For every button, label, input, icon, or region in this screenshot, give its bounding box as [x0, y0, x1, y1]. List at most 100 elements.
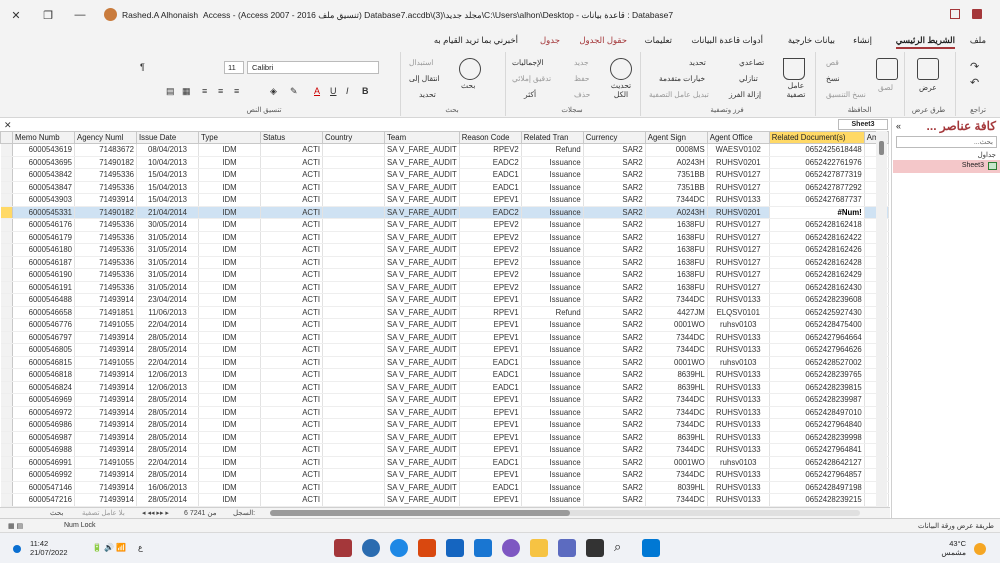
table-cell[interactable]: 0652427877292	[769, 181, 865, 194]
toggle-filter-button[interactable]: تبديل عامل التصفية	[649, 90, 709, 99]
table-cell[interactable]: SAR2	[583, 493, 646, 507]
table-cell[interactable]	[322, 243, 385, 257]
table-cell[interactable]: 7344DC	[645, 468, 708, 482]
table-cell[interactable]: 0652427687737	[769, 193, 865, 207]
table-cell[interactable]: SAR2	[583, 168, 646, 182]
table-cell[interactable]: Issuance	[521, 293, 584, 307]
table-cell[interactable]: RUHSV0133	[707, 343, 770, 357]
calendar-icon[interactable]	[474, 539, 492, 557]
table-cell[interactable]: A0243H	[645, 156, 708, 169]
table-cell[interactable]: 0001WO	[645, 456, 708, 469]
search-icon[interactable]: ⌕	[614, 539, 632, 557]
table-cell[interactable]: EPEV2	[459, 243, 522, 257]
table-cell[interactable]: EPEV2	[459, 231, 522, 244]
table-row[interactable]: 6000543847 71495336 15/04/2013 IDM ACTI SA V_…	[0, 181, 889, 194]
table-cell[interactable]: EADC1	[459, 356, 522, 369]
row-selector[interactable]	[0, 206, 13, 219]
table-cell[interactable]: SAR2	[583, 331, 646, 344]
table-cell[interactable]: SAR2	[583, 268, 646, 282]
table-cell[interactable]	[322, 293, 385, 307]
table-row[interactable]: 6000546805 71493914 28/05/2014 IDM ACTI SA V_…	[0, 343, 889, 357]
table-cell[interactable]: IDM	[198, 168, 261, 182]
table-cell[interactable]: 6000546972	[12, 406, 75, 419]
table-cell[interactable]: 15/04/2013	[136, 168, 199, 182]
table-cell[interactable]: SA V_FARE_AUDIT	[384, 493, 460, 507]
minimize-window-button[interactable]: —	[64, 0, 96, 30]
table-row[interactable]: 6000546797 71493914 28/05/2014 IDM ACTI SA V_…	[0, 331, 889, 344]
table-cell[interactable]: 6000543695	[12, 156, 75, 169]
table-cell[interactable]: 0652427964664	[769, 331, 865, 344]
table-row[interactable]: 6000546190 71495336 31/05/2014 IDM ACTI SA V_…	[0, 268, 889, 282]
table-cell[interactable]: 71495336	[74, 281, 137, 294]
table-cell[interactable]: 6000546488	[12, 293, 75, 307]
table-cell[interactable]: SA V_FARE_AUDIT	[384, 318, 460, 332]
find-button[interactable]: بحث	[461, 81, 475, 90]
table-cell[interactable]: SAR2	[583, 156, 646, 169]
table-cell[interactable]: 8639HL	[645, 431, 708, 444]
table-cell[interactable]: 1638FU	[645, 268, 708, 282]
copy-button[interactable]: نسخ	[826, 74, 840, 83]
table-cell[interactable]: 0001WO	[645, 356, 708, 369]
table-cell[interactable]: IDM	[198, 318, 261, 332]
table-cell[interactable]: IDM	[198, 368, 261, 382]
table-cell[interactable]: 28/05/2014	[136, 393, 199, 407]
table-cell[interactable]: ACTI	[260, 306, 323, 319]
start-icon[interactable]	[642, 539, 660, 557]
notification-icon[interactable]	[13, 545, 21, 553]
table-cell[interactable]: ACTI	[260, 443, 323, 457]
clock[interactable]: 11:42 21/07/2022	[30, 539, 68, 557]
table-row[interactable]: 6000546987 71493914 28/05/2014 IDM ACTI SA V_…	[0, 431, 889, 444]
close-window-button[interactable]: ✕	[0, 0, 32, 30]
table-row[interactable]: 6000546815 71491055 22/04/2014 IDM ACTI SA V_…	[0, 356, 889, 369]
table-cell[interactable]: EPEV2	[459, 268, 522, 282]
table-cell[interactable]: EADC1	[459, 381, 522, 394]
vertical-scroll-thumb[interactable]	[879, 141, 884, 155]
table-cell[interactable]: 0008MS	[645, 143, 708, 157]
table-cell[interactable]: 31/05/2014	[136, 231, 199, 244]
table-cell[interactable]: ACTI	[260, 281, 323, 294]
table-cell[interactable]: Issuance	[521, 243, 584, 257]
list-direction-button[interactable]: ¶	[140, 62, 145, 72]
table-cell[interactable]: EPEV1	[459, 431, 522, 444]
table-cell[interactable]: 0652428527002	[769, 356, 865, 369]
table-cell[interactable]: Issuance	[521, 281, 584, 294]
refresh-all-button[interactable]: تحديث الكل	[606, 81, 636, 99]
table-row[interactable]: 6000546658 71491851 11/06/2013 IDM ACTI SA V_…	[0, 306, 889, 319]
table-cell[interactable]: 6000546190	[12, 268, 75, 282]
table-cell[interactable]: 0652428162428	[769, 256, 865, 269]
close-object-icon[interactable]: ✕	[4, 120, 12, 131]
table-cell[interactable]: SAR2	[583, 181, 646, 194]
table-cell[interactable]	[322, 468, 385, 482]
table-cell[interactable]: SAR2	[583, 306, 646, 319]
table-cell[interactable]: RUHSV0133	[707, 293, 770, 307]
table-cell[interactable]: ACTI	[260, 293, 323, 307]
table-cell[interactable]: ACTI	[260, 181, 323, 194]
table-cell[interactable]: SAR2	[583, 293, 646, 307]
table-row[interactable]: 6000546991 71491055 22/04/2014 IDM ACTI SA V_…	[0, 456, 889, 469]
table-cell[interactable]: 71493914	[74, 468, 137, 482]
table-cell[interactable]: 22/04/2014	[136, 318, 199, 332]
table-cell[interactable]: 7344DC	[645, 331, 708, 344]
sort-descending-button[interactable]: تنازلي	[739, 74, 758, 83]
row-selector[interactable]	[0, 468, 13, 482]
table-row[interactable]: 6000546776 71491055 22/04/2014 IDM ACTI SA V_…	[0, 318, 889, 332]
row-selector[interactable]	[0, 243, 13, 257]
table-cell[interactable]: RUHSV0133	[707, 193, 770, 207]
table-cell[interactable]: Issuance	[521, 268, 584, 282]
table-cell[interactable]: ACTI	[260, 481, 323, 494]
column-header[interactable]: Related Document(s)	[768, 131, 865, 144]
table-cell[interactable]: 8039HL	[645, 481, 708, 494]
fill-color-button[interactable]: ◈	[270, 86, 277, 97]
table-cell[interactable]: 71493914	[74, 418, 137, 432]
table-cell[interactable]: IDM	[198, 206, 261, 219]
table-cell[interactable]: ACTI	[260, 168, 323, 182]
row-selector[interactable]	[0, 368, 13, 382]
table-cell[interactable]	[322, 381, 385, 394]
table-cell[interactable]: ACTI	[260, 393, 323, 407]
table-cell[interactable]: 71493914	[74, 381, 137, 394]
table-cell[interactable]: ACTI	[260, 268, 323, 282]
table-cell[interactable]: Issuance	[521, 181, 584, 194]
table-cell[interactable]: 6000547216	[12, 493, 75, 507]
table-cell[interactable]: 6000547146	[12, 481, 75, 494]
table-cell[interactable]: 71493914	[74, 481, 137, 494]
